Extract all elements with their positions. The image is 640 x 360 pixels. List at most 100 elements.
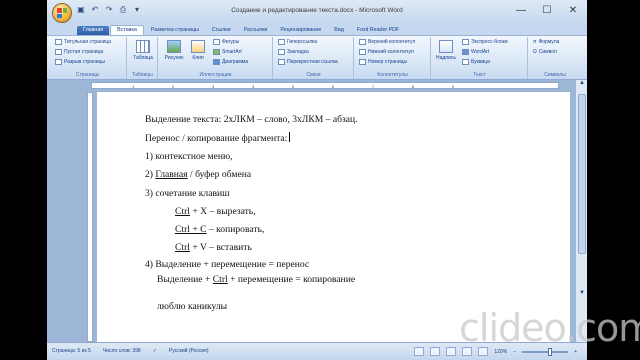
left-letterbox: [0, 0, 47, 360]
wordart-button[interactable]: WordArt: [462, 49, 489, 55]
vertical-scrollbar[interactable]: ▲ ▼: [575, 80, 587, 342]
page-number-button[interactable]: Номер страницы: [359, 59, 407, 65]
footer-label: Нижний колонтитул: [368, 49, 414, 55]
doc-line-7: Ctrl + C – копировать,: [175, 224, 264, 235]
page-number-label: Номер страницы: [368, 59, 408, 65]
full-screen-view-button[interactable]: [430, 347, 441, 356]
cover-page-icon: [55, 39, 62, 45]
doc-line-2: Перенос / копирование фрагмента:: [145, 132, 291, 144]
document-area: 123 456 789 Выделение текста: 2хЛКМ – сл…: [47, 80, 587, 342]
footer-button[interactable]: Нижний колонтитул: [359, 49, 414, 55]
doc-line-10-rest: + перемещение = копирование: [227, 274, 356, 285]
drop-cap-button[interactable]: Буквица: [462, 59, 490, 65]
doc-line-8-ctrl: Ctrl: [175, 242, 190, 253]
ribbon-tabs: Главная Вставка Разметка страницы Ссылки…: [47, 24, 587, 35]
page-break-label: Разрыв страницы: [64, 59, 105, 65]
cross-reference-icon: [278, 59, 285, 65]
tab-home[interactable]: Главная: [77, 26, 110, 35]
bookmark-button[interactable]: Закладка: [278, 49, 309, 55]
cover-page-button[interactable]: Титульная страница: [55, 39, 111, 45]
group-tables: Таблица Таблицы: [128, 37, 158, 79]
text-cursor: [289, 132, 291, 142]
table-icon: [136, 40, 150, 53]
vertical-ruler[interactable]: [87, 92, 93, 342]
tab-page-layout[interactable]: Разметка страницы: [145, 26, 205, 35]
text-box-label: Надпись: [436, 55, 456, 61]
shapes-label: Фигуры: [222, 39, 240, 45]
quick-parts-label: Экспресс-блоки: [471, 39, 508, 45]
window-controls: — ☐ ✕: [515, 5, 579, 17]
picture-button-label: Рисунок: [164, 55, 184, 61]
group-label-header-footer: Колонтитулы: [377, 72, 408, 78]
clip-button[interactable]: Клип: [187, 40, 209, 61]
chart-button[interactable]: Диаграмма: [213, 59, 248, 65]
scroll-thumb[interactable]: [578, 94, 586, 254]
doc-line-7-ctrl: Ctrl + C: [175, 224, 207, 235]
tab-review[interactable]: Рецензирование: [274, 26, 327, 35]
bookmark-icon: [278, 49, 285, 55]
doc-line-8-rest: + V – вставить: [189, 242, 252, 253]
group-label-links: Связи: [306, 72, 321, 78]
footer-icon: [359, 49, 366, 55]
tab-foxit[interactable]: Foxit Reader PDF: [351, 26, 405, 35]
ribbon: Титульная страница Пустая страница Разры…: [47, 35, 587, 80]
tab-view[interactable]: Вид: [328, 26, 350, 35]
group-text: Надпись Экспресс-блоки WordArt Буквица Т…: [432, 37, 528, 79]
doc-line-7-rest: – копировать,: [206, 224, 265, 235]
table-button[interactable]: Таблица: [132, 40, 154, 61]
scroll-up-icon[interactable]: ▲: [576, 80, 587, 90]
blank-page-icon: [55, 49, 62, 55]
doc-line-10-ctrl: Ctrl: [212, 274, 228, 285]
print-layout-view-button[interactable]: [414, 347, 425, 356]
spellcheck-icon[interactable]: ✓: [153, 348, 157, 354]
doc-line-9: 4) Выделение + перемещение = перенос: [145, 259, 310, 270]
group-links: Гиперссылка Закладка Перекрестная ссылка…: [274, 37, 354, 79]
minimize-button[interactable]: —: [515, 5, 527, 17]
hyperlink-icon: [278, 39, 285, 45]
wordart-label: WordArt: [471, 49, 490, 55]
smartart-button[interactable]: SmartArt: [213, 49, 242, 55]
picture-button[interactable]: Рисунок: [163, 40, 185, 61]
quick-parts-button[interactable]: Экспресс-блоки: [462, 39, 508, 45]
header-label: Верхний колонтитул: [368, 39, 416, 45]
quick-parts-icon: [462, 39, 469, 45]
cross-reference-button[interactable]: Перекрестная ссылка: [278, 59, 338, 65]
tab-insert[interactable]: Вставка: [110, 25, 144, 35]
word-count[interactable]: Число слов: 398: [103, 348, 141, 354]
horizontal-ruler[interactable]: 123 456 789: [91, 82, 559, 89]
equation-label: Формула: [538, 39, 560, 45]
equation-button[interactable]: π Формула: [533, 39, 559, 45]
window-title: Создание и редактирование текста.docx - …: [231, 7, 403, 14]
doc-line-4-rest: / буфер обмена: [187, 169, 252, 180]
shapes-button[interactable]: Фигуры: [213, 39, 239, 45]
clip-button-label: Клип: [192, 55, 204, 61]
hyperlink-button[interactable]: Гиперссылка: [278, 39, 317, 45]
doc-line-5: 3) сочетание клавиш: [145, 188, 230, 199]
table-button-label: Таблица: [133, 55, 153, 61]
doc-line-10: Выделение + Ctrl + перемещение = копиров…: [157, 274, 355, 285]
hyperlink-label: Гиперссылка: [287, 39, 318, 45]
smartart-icon: [213, 49, 220, 55]
tab-references[interactable]: Ссылки: [206, 26, 237, 35]
page-break-button[interactable]: Разрыв страницы: [55, 59, 105, 65]
blank-page-button[interactable]: Пустая страница: [55, 49, 103, 55]
header-button[interactable]: Верхний колонтитул: [359, 39, 415, 45]
language-indicator[interactable]: Русский (Россия): [169, 348, 209, 354]
text-box-button[interactable]: Надпись: [435, 40, 457, 61]
scroll-down-icon[interactable]: ▼: [576, 290, 587, 300]
close-button[interactable]: ✕: [567, 5, 579, 17]
symbol-button[interactable]: Ω Символ: [533, 49, 557, 55]
web-layout-view-button[interactable]: [446, 347, 457, 356]
group-header-footer: Верхний колонтитул Нижний колонтитул Ном…: [355, 37, 431, 79]
doc-line-2-text: Перенос / копирование фрагмента:: [145, 133, 288, 144]
maximize-button[interactable]: ☐: [541, 5, 553, 17]
doc-line-1: Выделение текста: 2хЛКМ – слово, 3хЛКМ –…: [145, 114, 358, 125]
page-counter[interactable]: Страница: 5 из 5: [52, 348, 91, 354]
page-number-icon: [359, 59, 366, 65]
group-label-tables: Таблицы: [132, 72, 153, 78]
doc-line-4: 2) Главная / буфер обмена: [145, 169, 251, 180]
tab-mailings[interactable]: Рассылки: [238, 26, 274, 35]
zoom-slider[interactable]: [522, 347, 569, 356]
blank-page-label: Пустая страница: [64, 49, 104, 55]
group-label-illustrations: Иллюстрации: [199, 72, 232, 78]
